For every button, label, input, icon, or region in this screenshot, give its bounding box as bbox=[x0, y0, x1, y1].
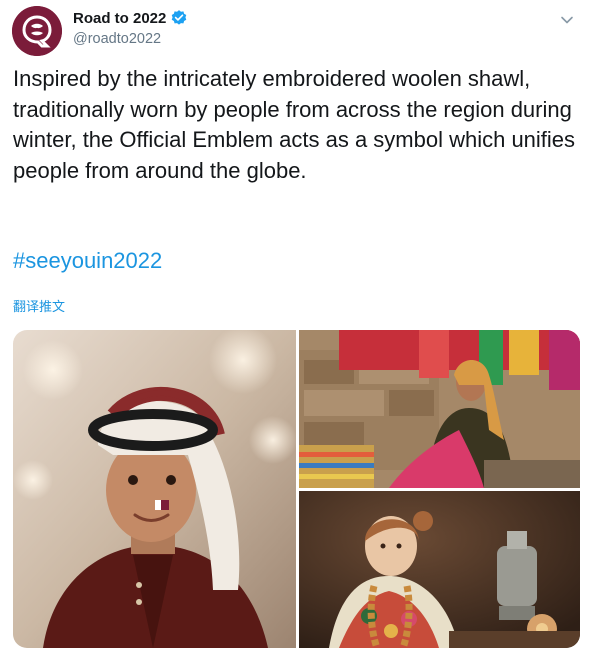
avatar[interactable] bbox=[12, 6, 62, 56]
media-grid bbox=[13, 330, 580, 648]
translate-tweet-link[interactable]: 翻译推文 bbox=[13, 296, 65, 315]
woman-with-shawls-photo[interactable] bbox=[299, 330, 580, 488]
tweet-card: Road to 2022 @roadto2022 Inspired by the… bbox=[0, 0, 589, 656]
qatar-2022-emblem-icon bbox=[12, 6, 62, 56]
tweet-text: Inspired by the intricately embroidered … bbox=[13, 66, 576, 183]
hashtag-link[interactable]: #seeyouin2022 bbox=[13, 246, 162, 276]
display-name[interactable]: Road to 2022 bbox=[73, 10, 166, 27]
verified-badge-icon bbox=[170, 9, 188, 27]
chevron-down-icon[interactable] bbox=[557, 10, 577, 30]
girl-with-shawl-photo[interactable] bbox=[299, 491, 580, 648]
name-row: Road to 2022 bbox=[73, 9, 188, 27]
boy-in-headdress-photo[interactable] bbox=[13, 330, 296, 648]
account-handle[interactable]: @roadto2022 bbox=[73, 31, 161, 47]
